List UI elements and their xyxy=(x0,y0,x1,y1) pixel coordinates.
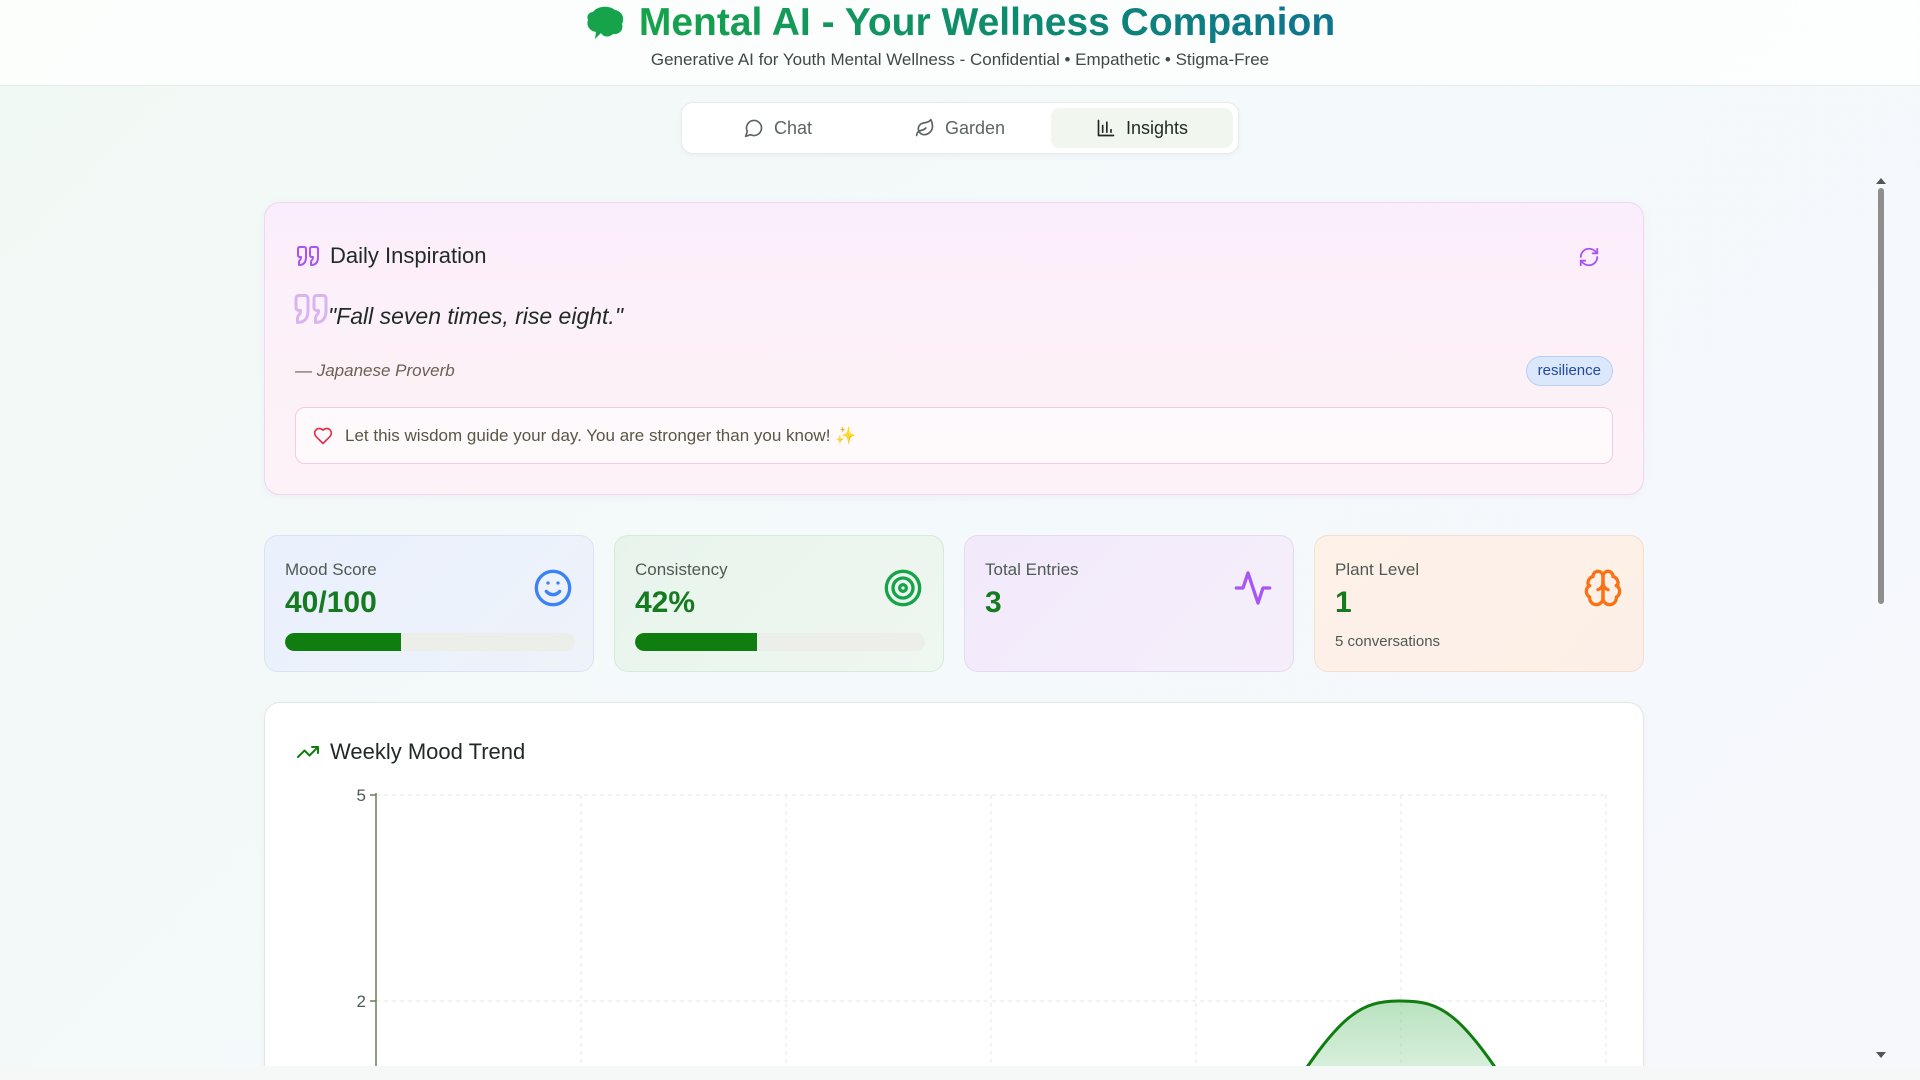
total-entries-label: Total Entries xyxy=(985,560,1079,579)
app-title: Mental AI - Your Wellness Companion xyxy=(638,1,1336,44)
mood-progress-bar xyxy=(285,633,575,651)
plant-level-note: 5 conversations xyxy=(1335,633,1441,650)
main-tabs: Chat Garden Insights xyxy=(681,102,1239,154)
brain-outline-icon xyxy=(1584,569,1622,607)
leaf-icon xyxy=(915,118,934,137)
quote-author: — Japanese Proverb xyxy=(295,361,455,380)
y-tick-label: 5 xyxy=(357,786,366,805)
message-circle-icon xyxy=(744,119,763,138)
wisdom-message: Let this wisdom guide your day. You are … xyxy=(295,407,1613,464)
consistency-progress-bar xyxy=(635,633,925,651)
total-entries-value: 3 xyxy=(985,586,1002,619)
mood-area-fill xyxy=(1307,1001,1495,1067)
mood-score-value: 40/100 xyxy=(285,586,377,619)
plant-level-value: 1 xyxy=(1335,586,1352,619)
quote-text: "Fall seven times, rise eight." xyxy=(328,303,623,329)
mood-trend-chart: 25 xyxy=(357,786,1607,1067)
app-header: Mental AI - Your Wellness Companion Gene… xyxy=(0,0,1920,86)
weekly-mood-trend-card: Weekly Mood Trend 25 xyxy=(264,702,1644,1080)
total-entries-card: Total Entries 3 xyxy=(964,535,1294,672)
quote-icon xyxy=(297,246,319,266)
wisdom-text: Let this wisdom guide your day. You are … xyxy=(345,425,857,445)
tab-chat[interactable]: Chat xyxy=(687,108,869,148)
consistency-value: 42% xyxy=(635,586,696,619)
mood-progress-fill xyxy=(285,633,401,651)
tab-garden-label: Garden xyxy=(944,117,1006,138)
title-row: Mental AI - Your Wellness Companion xyxy=(0,0,1920,44)
large-quote-icon xyxy=(294,294,328,324)
consistency-progress-fill xyxy=(635,633,757,651)
tab-chat-label: Chat xyxy=(773,117,813,138)
scroll-down-arrow[interactable] xyxy=(1876,1052,1886,1058)
refresh-icon[interactable] xyxy=(1578,246,1600,268)
daily-inspiration-card: Daily Inspiration "Fall seven times, ris… xyxy=(264,202,1644,495)
mood-score-label: Mood Score xyxy=(285,560,377,579)
target-icon xyxy=(884,569,922,607)
smile-icon xyxy=(534,569,572,607)
bar-chart-icon xyxy=(1097,119,1115,137)
quote-tag: resilience xyxy=(1525,356,1613,386)
activity-icon xyxy=(1234,571,1272,605)
consistency-label: Consistency xyxy=(635,560,728,579)
heart-icon xyxy=(313,427,333,444)
tab-insights[interactable]: Insights xyxy=(1051,108,1233,148)
plant-level-label: Plant Level xyxy=(1335,560,1420,579)
brain-icon xyxy=(587,6,624,39)
scroll-up-arrow[interactable] xyxy=(1876,178,1886,184)
page-scrollbar[interactable] xyxy=(1874,170,1888,1070)
consistency-card: Consistency 42% xyxy=(614,535,944,672)
bottom-strip xyxy=(0,1066,1920,1080)
tab-insights-label: Insights xyxy=(1125,117,1189,138)
y-tick-label: 2 xyxy=(357,992,366,1011)
plant-level-card: Plant Level 1 5 conversations xyxy=(1314,535,1644,672)
inspiration-title: Daily Inspiration xyxy=(330,243,487,268)
mood-score-card: Mood Score 40/100 xyxy=(264,535,594,672)
tab-garden[interactable]: Garden xyxy=(869,108,1051,148)
scroll-thumb[interactable] xyxy=(1878,188,1884,604)
app-subtitle: Generative AI for Youth Mental Wellness … xyxy=(650,50,1270,69)
inspiration-header: Daily Inspiration xyxy=(296,243,487,269)
